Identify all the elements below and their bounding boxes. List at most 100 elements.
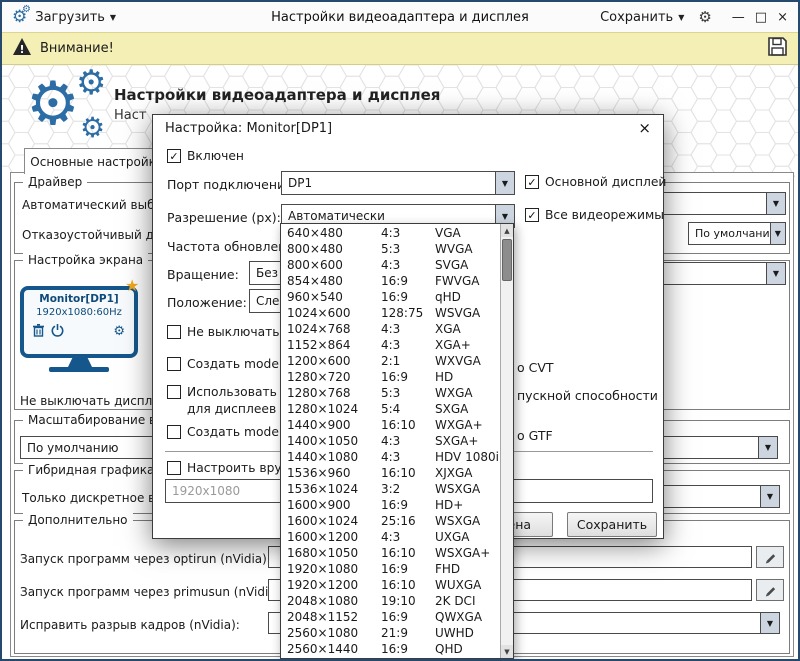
warning-icon: ! <box>12 37 32 60</box>
load-menu-label: Загрузить <box>35 10 105 25</box>
dropdown-arrow-icon[interactable]: ▼ <box>770 223 785 244</box>
checkbox-unchecked[interactable] <box>167 461 181 475</box>
resolution-option[interactable]: 1024×768 4:3 XGA <box>281 321 500 337</box>
gtf-label-suffix: о GTF <box>517 428 553 443</box>
resolution-option[interactable]: 1536×1024 3:2 WSXGA <box>281 481 500 497</box>
resolution-option[interactable]: 1600×1024 25:16 WSXGA <box>281 513 500 529</box>
scroll-up-icon[interactable]: ▲ <box>501 224 513 237</box>
resolution-text: 1440×1080 <box>287 449 381 465</box>
dialog-titlebar: Настройка: Monitor[DP1] × <box>153 115 663 141</box>
scrollbar-thumb[interactable] <box>502 239 512 281</box>
all-modes-checkbox[interactable]: ✓ Все видеорежимы <box>525 208 664 222</box>
mode-name-text: QHD <box>435 641 500 657</box>
resolution-option[interactable]: 2560×1080 21:9 UWHD <box>281 625 500 641</box>
resolution-option[interactable]: 1680×1050 16:10 WSXGA+ <box>281 545 500 561</box>
monitor-gear-icon[interactable]: ⚙ <box>113 325 125 338</box>
mode-name-text: WXGA <box>435 385 500 401</box>
resolution-text: 1536×1024 <box>287 481 381 497</box>
resolution-option[interactable]: 1152×864 4:3 XGA+ <box>281 337 500 353</box>
rotation-label: Вращение: <box>167 267 239 282</box>
resolution-option[interactable]: 640×480 4:3 VGA <box>281 225 500 241</box>
dropdown-arrow-icon[interactable]: ▼ <box>766 193 785 214</box>
mode-name-text: FWVGA <box>435 273 500 289</box>
mode-name-text: SXGA+ <box>435 433 500 449</box>
resolution-text: 2048×1152 <box>287 609 381 625</box>
logo-gear-medium-icon: ⚙ <box>76 66 106 100</box>
aspect-ratio-text: 4:3 <box>381 337 435 353</box>
resolution-text: 1680×1050 <box>287 545 381 561</box>
resolution-option[interactable]: 1920×1200 16:10 WUXGA <box>281 577 500 593</box>
primusun-label: Запуск программ через primusun (nVidia): <box>20 585 284 599</box>
resolution-option[interactable]: 1536×960 16:10 XJXGA <box>281 465 500 481</box>
checkbox-unchecked[interactable] <box>167 357 181 371</box>
resolution-text: 1600×1200 <box>287 529 381 545</box>
dialog-close-button[interactable]: × <box>638 119 651 137</box>
checkbox-unchecked[interactable] <box>167 325 181 339</box>
resolution-option[interactable]: 1600×1200 4:3 UXGA <box>281 529 500 545</box>
pencil-icon <box>764 551 777 564</box>
resolution-option[interactable]: 854×480 16:9 FWVGA <box>281 273 500 289</box>
mode-name-text: XGA+ <box>435 337 500 353</box>
save-disk-icon[interactable] <box>767 36 788 61</box>
resolution-option[interactable]: 1280×768 5:3 WXGA <box>281 385 500 401</box>
dropdown-arrow-icon[interactable]: ▼ <box>495 172 514 194</box>
checkbox-unchecked[interactable] <box>167 425 181 439</box>
resolution-option[interactable]: 2048×1080 19:10 2K DCI <box>281 593 500 609</box>
primary-display-checkbox[interactable]: ✓ Основной дисплей <box>525 175 666 189</box>
resolution-option[interactable]: 1280×720 16:9 HD <box>281 369 500 385</box>
resolution-option[interactable]: 1920×1080 16:9 FHD <box>281 561 500 577</box>
scrollbar[interactable]: ▲ ▼ <box>500 224 513 658</box>
save-menu-button[interactable]: Сохранить ▼ <box>600 10 684 25</box>
resolution-option[interactable]: 1440×900 16:10 WXGA+ <box>281 417 500 433</box>
resolution-option[interactable]: 2048×1152 16:9 QWXGA <box>281 609 500 625</box>
failsafe-driver-combobox[interactable]: По умолчанию ▼ <box>688 222 786 245</box>
dialog-save-button[interactable]: Сохранить <box>567 512 657 537</box>
position-label: Положение: <box>167 295 247 310</box>
dropdown-arrow-icon[interactable]: ▼ <box>766 263 785 284</box>
resolution-option[interactable]: 1400×1050 4:3 SXGA+ <box>281 433 500 449</box>
resolution-option[interactable]: 960×540 16:9 qHD <box>281 289 500 305</box>
resolution-option[interactable]: 1280×1024 5:4 SXGA <box>281 401 500 417</box>
resolution-text: 1440×900 <box>287 417 381 433</box>
optirun-label: Запуск программ через optirun (nVidia): <box>20 552 271 566</box>
aspect-ratio-text: 2:1 <box>381 353 435 369</box>
resolution-text: 1280×1024 <box>287 401 381 417</box>
resolution-option[interactable]: 2560×1440 16:9 QHD <box>281 641 500 657</box>
settings-gear-icon[interactable]: ⚙ <box>698 10 711 25</box>
checkbox-checked[interactable]: ✓ <box>167 149 181 163</box>
resolution-text: 960×540 <box>287 289 381 305</box>
monitor-widget[interactable]: Monitor[DP1] 1920x1080:60Hz ⚙ <box>20 286 138 358</box>
enabled-checkbox[interactable]: ✓ Включен <box>167 149 244 163</box>
resolution-option[interactable]: 1600×900 16:9 HD+ <box>281 497 500 513</box>
tab-main-settings[interactable]: Основные настройки <box>24 148 170 174</box>
page-title: Настройки видеоадаптера и дисплея <box>114 86 440 104</box>
dropdown-arrow-icon[interactable]: ▼ <box>758 437 777 458</box>
chevron-down-icon: ▼ <box>678 13 684 22</box>
power-icon[interactable] <box>51 322 64 341</box>
trash-icon[interactable] <box>33 322 44 341</box>
resolution-option[interactable]: 800×600 4:3 SVGA <box>281 257 500 273</box>
dropdown-arrow-icon[interactable]: ▼ <box>760 486 779 507</box>
maximize-button[interactable]: □ <box>755 10 767 25</box>
resolution-option[interactable]: 1440×1080 4:3 HDV 1080i <box>281 449 500 465</box>
optirun-edit-button[interactable] <box>756 546 784 568</box>
resolution-option[interactable]: 1200×600 2:1 WXVGA <box>281 353 500 369</box>
checkbox-checked[interactable]: ✓ <box>525 175 539 189</box>
resolution-text: 2560×1080 <box>287 625 381 641</box>
close-button[interactable]: × <box>777 10 788 25</box>
port-combobox[interactable]: DP1 ▼ <box>281 171 515 195</box>
auto-driver-label: Автоматический выб <box>22 198 155 212</box>
resolution-option[interactable]: 1024×600 128:75 WSVGA <box>281 305 500 321</box>
resolution-option[interactable]: 800×480 5:3 WVGA <box>281 241 500 257</box>
dropdown-arrow-icon[interactable]: ▼ <box>760 613 779 633</box>
checkbox-unchecked[interactable] <box>167 385 181 399</box>
scroll-down-icon[interactable]: ▼ <box>501 645 513 658</box>
checkbox-checked[interactable]: ✓ <box>525 208 539 222</box>
mode-name-text: XJXGA <box>435 465 500 481</box>
primusun-edit-button[interactable] <box>756 579 784 601</box>
mode-name-text: VGA <box>435 225 500 241</box>
minimize-button[interactable]: — <box>732 10 745 25</box>
load-menu-button[interactable]: Загрузить ▼ <box>35 10 116 25</box>
resolution-text: 1920×1200 <box>287 577 381 593</box>
resolution-text: 2048×1080 <box>287 593 381 609</box>
